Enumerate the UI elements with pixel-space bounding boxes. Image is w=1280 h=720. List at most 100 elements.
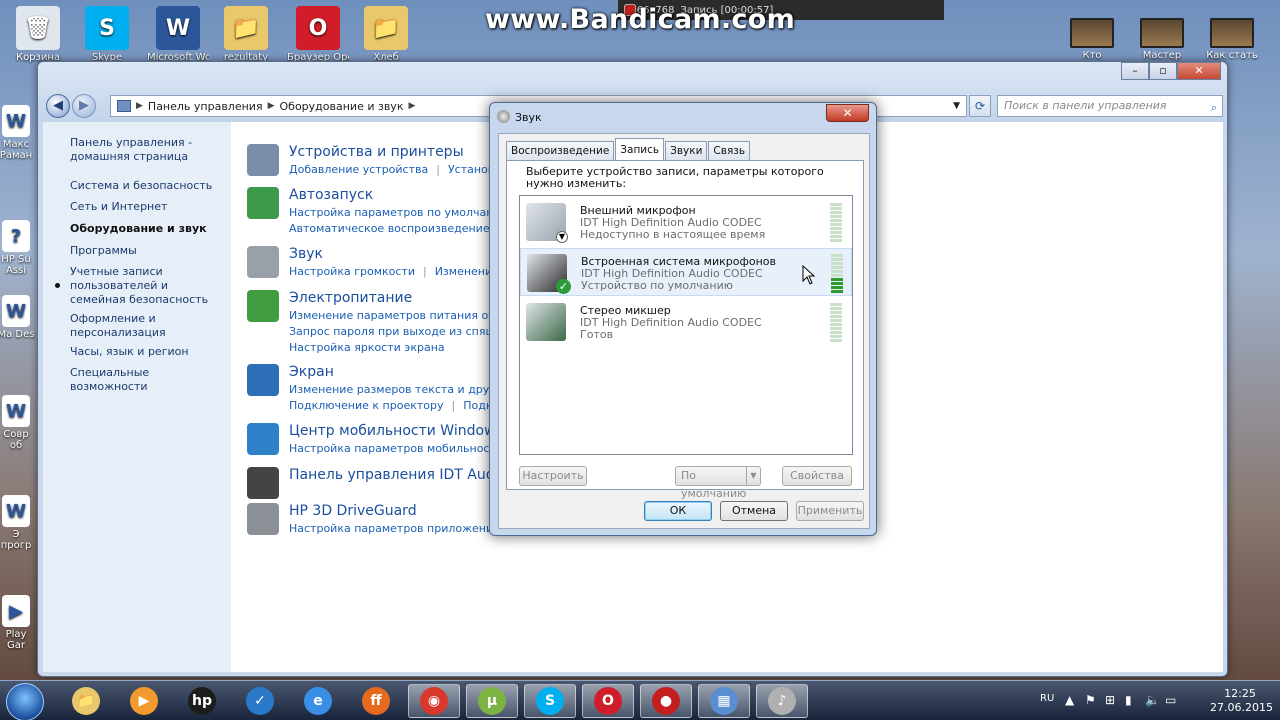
- category-link[interactable]: Настройка громкости: [289, 265, 415, 278]
- close-button[interactable]: ✕: [1177, 62, 1221, 80]
- taskbar-explorer[interactable]: 📁: [60, 684, 112, 718]
- ok-button[interactable]: ОК: [644, 501, 712, 521]
- left-nav-item[interactable]: Система и безопасность: [70, 179, 220, 193]
- category-title[interactable]: Экран: [289, 364, 334, 380]
- video-file-icon[interactable]: Как стать: [1202, 18, 1262, 62]
- category-title[interactable]: Звук: [289, 246, 323, 262]
- set-default-button[interactable]: По умолчанию ▼: [675, 466, 761, 500]
- cancel-button[interactable]: Отмена: [720, 501, 788, 521]
- category-link[interactable]: Настройка параметров приложения H: [289, 522, 512, 535]
- taskbar-ie[interactable]: e: [292, 684, 344, 718]
- taskbar-chrome[interactable]: ◉: [408, 684, 460, 718]
- tray-expand-icon[interactable]: ▲: [1065, 693, 1074, 707]
- left-nav-item[interactable]: Сеть и Интернет: [70, 200, 220, 214]
- tab-0[interactable]: Воспроизведение: [506, 141, 615, 160]
- network-icon[interactable]: ▮: [1125, 693, 1132, 707]
- desktop-icon[interactable]: 🗑 Корзина: [7, 6, 69, 64]
- tab-2[interactable]: Звуки: [665, 141, 708, 160]
- breadcrumb-root[interactable]: Панель управления: [148, 100, 263, 113]
- category-link[interactable]: Настройка яркости экрана: [289, 341, 445, 354]
- taskbar-hp[interactable]: hp: [176, 684, 228, 718]
- left-nav-item[interactable]: Учетные записи пользователей и семейная …: [70, 265, 220, 307]
- chevron-down-icon[interactable]: ▼: [746, 467, 760, 485]
- flag-icon[interactable]: ⚑: [1085, 693, 1096, 707]
- desktop-icon[interactable]: WMicrosoft Word 2010: [147, 6, 209, 64]
- minimize-button[interactable]: –: [1121, 62, 1149, 80]
- category-title[interactable]: Устройства и принтеры: [289, 144, 464, 160]
- desktop-icon[interactable]: ? HP Su Assi: [0, 220, 40, 276]
- properties-button[interactable]: Свойства: [782, 466, 852, 486]
- taskbar-sound[interactable]: ♪: [756, 684, 808, 718]
- left-nav-item[interactable]: Программы: [70, 244, 220, 258]
- desktop-icon[interactable]: OБраузер Opera: [287, 6, 349, 64]
- chrome-icon: ◉: [420, 687, 448, 715]
- search-icon[interactable]: ⌕: [1211, 98, 1217, 118]
- category-link[interactable]: Изменение параметров питания от бат: [289, 309, 518, 322]
- category-link[interactable]: Запрос пароля при выходе из спящего: [289, 325, 515, 338]
- maximize-button[interactable]: ▫: [1149, 62, 1177, 80]
- breadcrumb-current[interactable]: Оборудование и звук: [280, 100, 404, 113]
- left-nav-item[interactable]: Оборудование и звук: [70, 222, 220, 236]
- configure-button[interactable]: Настроить: [519, 466, 587, 486]
- desktop-icon[interactable]: ▶ Play Gar: [0, 595, 40, 651]
- address-dropdown-icon[interactable]: ▼: [953, 101, 960, 111]
- desktop-icon[interactable]: W Совр об: [0, 395, 40, 451]
- desktop-icon[interactable]: 📁 rezultaty: [215, 6, 277, 64]
- speaker-icon[interactable]: [247, 246, 279, 278]
- left-nav-item[interactable]: Панель управления - домашняя страница: [70, 136, 220, 164]
- category-title[interactable]: Центр мобильности Windows: [289, 423, 503, 439]
- video-file-icon[interactable]: Мастер: [1132, 18, 1192, 62]
- category-title[interactable]: Панель управления IDT Audio: [289, 467, 507, 483]
- back-button[interactable]: ◀: [46, 94, 70, 118]
- device-item[interactable]: ▼ Внешний микрофон IDT High Definition Aud…: [520, 198, 852, 246]
- category-link[interactable]: Настройка параметров по умолчанию: [289, 206, 510, 219]
- desktop-icon[interactable]: WЭ прогр: [0, 495, 40, 551]
- forward-button[interactable]: ▶: [72, 94, 96, 118]
- taskbar-skype[interactable]: S: [524, 684, 576, 718]
- taskbar-bandicam[interactable]: ●: [640, 684, 692, 718]
- category-title[interactable]: HP 3D DriveGuard: [289, 503, 417, 519]
- category-link[interactable]: Подключение к проектору: [289, 399, 444, 412]
- taskbar-control-panel[interactable]: ▦: [698, 684, 750, 718]
- desktop-icon[interactable]: S Skype: [76, 6, 138, 64]
- clock[interactable]: 12:25 27.06.2015: [1210, 687, 1273, 715]
- desktop-icon[interactable]: W Макс Раман: [0, 105, 40, 161]
- drive-icon[interactable]: [247, 503, 279, 535]
- windows-icon[interactable]: ⊞: [1105, 693, 1115, 707]
- dialog-close-button[interactable]: ✕: [826, 104, 869, 122]
- start-button[interactable]: [6, 683, 44, 720]
- category-link[interactable]: Изменение размеров текста и других э: [289, 383, 518, 396]
- video-file-icon[interactable]: Кто: [1062, 18, 1122, 62]
- refresh-button[interactable]: ⟳: [969, 95, 991, 117]
- category-title[interactable]: Автозапуск: [289, 187, 373, 203]
- taskbar-opera[interactable]: O: [582, 684, 634, 718]
- category-title[interactable]: Электропитание: [289, 290, 412, 306]
- device-list[interactable]: ▼ Внешний микрофон IDT High Definition Aud…: [519, 195, 853, 455]
- music-note-icon[interactable]: [247, 467, 279, 499]
- printer-icon[interactable]: [247, 144, 279, 176]
- battery-icon[interactable]: ▭: [1165, 693, 1176, 707]
- taskbar-task[interactable]: ✓: [234, 684, 286, 718]
- monitor-icon[interactable]: [247, 364, 279, 396]
- apply-button[interactable]: Применить: [796, 501, 864, 521]
- category-link[interactable]: Автоматическое воспроизведение ком: [289, 222, 515, 235]
- taskbar-firefox[interactable]: ff: [350, 684, 402, 718]
- taskbar-media-player[interactable]: ▶: [118, 684, 170, 718]
- autoplay-icon[interactable]: [247, 187, 279, 219]
- category-link[interactable]: Настройка параметров мобильности п: [289, 442, 514, 455]
- left-nav-item[interactable]: Часы, язык и регион: [70, 345, 220, 359]
- desktop-icon[interactable]: 📁 Хлеб: [355, 6, 417, 64]
- category-link[interactable]: Добавление устройства: [289, 163, 428, 176]
- volume-icon[interactable]: 🔈: [1145, 693, 1160, 707]
- language-indicator[interactable]: RU: [1040, 693, 1054, 704]
- desktop-icon[interactable]: W Ма Des: [0, 295, 40, 340]
- device-item[interactable]: Стерео микшер IDT High Definition Audio C…: [520, 298, 852, 346]
- left-nav-item[interactable]: Специальные возможности: [70, 366, 220, 394]
- tab-1[interactable]: Запись: [615, 138, 665, 160]
- taskbar-utorrent[interactable]: µ: [466, 684, 518, 718]
- left-nav-item[interactable]: Оформление и персонализация: [70, 312, 220, 340]
- mobility-icon[interactable]: [247, 423, 279, 455]
- battery-icon[interactable]: [247, 290, 279, 322]
- search-input[interactable]: Поиск в панели управления ⌕: [997, 95, 1223, 117]
- tab-3[interactable]: Связь: [708, 141, 751, 160]
